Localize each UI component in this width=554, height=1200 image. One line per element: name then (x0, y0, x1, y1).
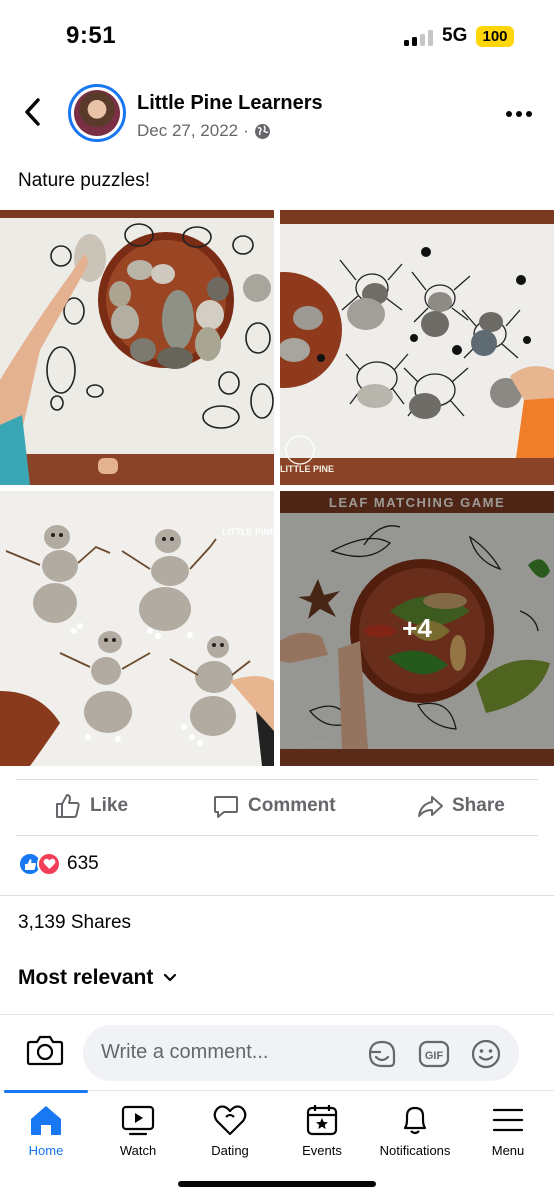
post-header: Little Pine Learners Dec 27, 2022 · (0, 80, 554, 150)
love-reaction-icon (37, 852, 61, 876)
more-options-button[interactable] (504, 106, 534, 117)
tab-events[interactable]: Events (272, 1101, 372, 1167)
emoji-icon (471, 1039, 501, 1069)
battery-indicator: 100 (476, 26, 514, 47)
svg-text:GIF: GIF (425, 1050, 444, 1062)
page-name[interactable]: Little Pine Learners (137, 92, 323, 115)
thumbs-up-icon (56, 794, 80, 818)
menu-icon (492, 1108, 524, 1132)
comment-sort-label: Most relevant (18, 966, 154, 989)
status-time: 9:51 (66, 22, 117, 49)
meta-separator: · (243, 121, 249, 140)
bell-icon (403, 1106, 427, 1135)
tab-dating[interactable]: Dating (180, 1101, 280, 1167)
home-indicator (178, 1181, 376, 1187)
camera-button[interactable] (26, 1033, 64, 1067)
chevron-left-icon (25, 98, 40, 126)
divider (0, 895, 554, 896)
photo-watermark: LITTLE PINE (222, 527, 274, 537)
gif-button[interactable]: GIF (417, 1037, 451, 1071)
tab-label: Watch (119, 1143, 157, 1158)
gif-icon: GIF (418, 1040, 450, 1068)
cellular-signal-icon (404, 30, 434, 46)
page-avatar[interactable] (68, 84, 126, 142)
comment-bubble-icon (214, 796, 238, 818)
tab-label: Notifications (379, 1143, 451, 1158)
comment-composer: Write a comment... GIF (0, 1014, 554, 1090)
tab-label: Menu (491, 1143, 525, 1158)
divider (16, 835, 538, 836)
tab-label: Events (302, 1143, 342, 1158)
tab-watch[interactable]: Watch (88, 1101, 188, 1167)
comment-button[interactable]: Comment (212, 792, 336, 820)
tab-menu[interactable]: Menu (458, 1101, 554, 1167)
post-date[interactable]: Dec 27, 2022 (137, 121, 238, 141)
tab-label: Dating (211, 1143, 249, 1158)
events-icon (306, 1105, 338, 1136)
tab-notifications[interactable]: Notifications (364, 1101, 466, 1167)
comment-label: Comment (248, 795, 336, 816)
avatar-sticker-button[interactable] (365, 1037, 399, 1071)
photo-spider-stones[interactable]: LITTLE PINE (280, 210, 554, 485)
post-meta: Dec 27, 2022 · (137, 121, 271, 141)
like-button[interactable]: Like (54, 792, 128, 820)
dating-icon (213, 1105, 247, 1136)
back-button[interactable] (18, 94, 48, 130)
photo-watermark: LITTLE PINE (280, 464, 334, 474)
like-label: Like (90, 795, 129, 816)
tab-label: Home (28, 1143, 64, 1158)
photo-grid: LITTLE PINE LITTLE PINE LEAF MATCHING GA… (0, 210, 554, 766)
share-label: Share (452, 795, 505, 816)
comment-input[interactable]: Write a comment... GIF (83, 1025, 519, 1081)
status-bar: 9:51 5G 100 (0, 0, 554, 72)
emoji-button[interactable] (469, 1037, 503, 1071)
watch-icon (121, 1105, 155, 1136)
post-actions: Like Comment Share (0, 780, 554, 836)
share-button[interactable]: Share (416, 792, 505, 820)
reaction-count: 635 (67, 853, 99, 874)
photo-stone-snowmen[interactable]: LITTLE PINE (0, 491, 274, 766)
photo-leaf-matching[interactable]: LEAF MATCHING GAME LITTLE PINE +4 (280, 491, 554, 766)
photo-stone-puzzle[interactable] (0, 210, 274, 485)
chevron-down-icon (164, 973, 177, 982)
home-icon (31, 1106, 61, 1135)
tab-home[interactable]: Home (0, 1101, 96, 1167)
share-count[interactable]: 3,139 Shares (18, 912, 131, 934)
comment-sort-dropdown[interactable]: Most relevant (18, 966, 177, 990)
camera-icon (26, 1035, 64, 1066)
more-photos-count: +4 (402, 613, 432, 643)
more-photos-overlay[interactable]: +4 (280, 491, 554, 766)
network-type: 5G (442, 25, 468, 46)
active-tab-indicator (4, 1090, 88, 1093)
share-arrow-icon (418, 796, 443, 817)
avatar-sticker-icon (368, 1040, 396, 1068)
reaction-summary[interactable]: 635 (18, 852, 99, 876)
post-caption: Nature puzzles! (18, 170, 151, 191)
globe-icon (254, 123, 270, 139)
more-dots-icon (506, 111, 532, 117)
comment-placeholder: Write a comment... (101, 1041, 269, 1063)
